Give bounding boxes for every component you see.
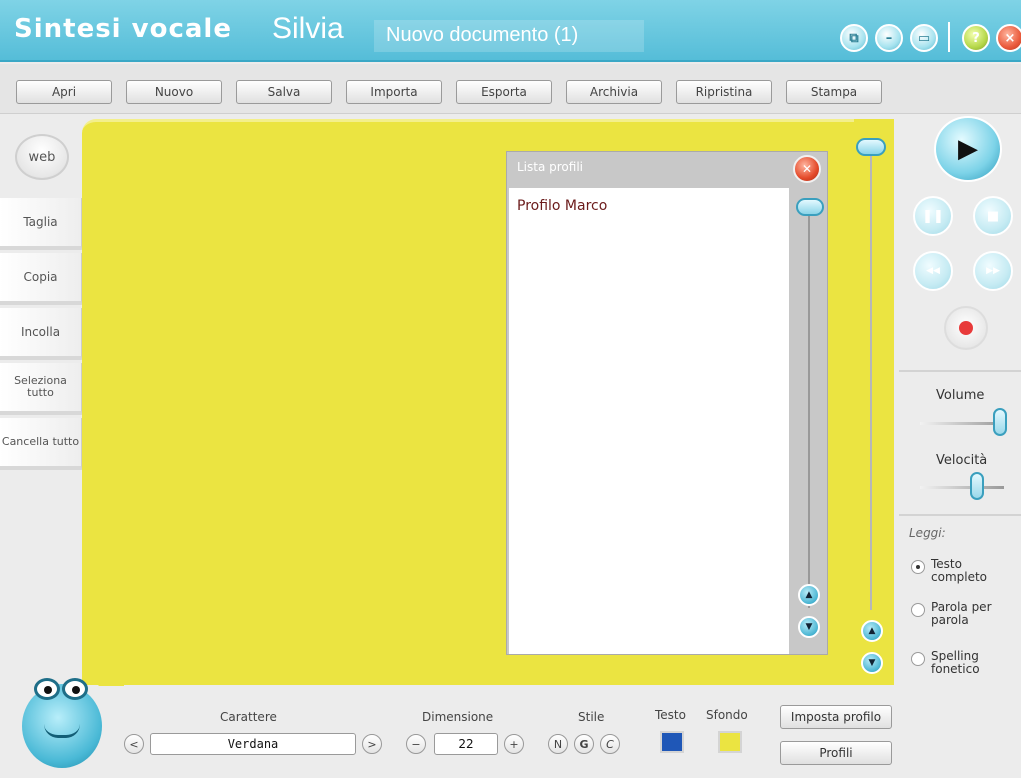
background-color-swatch[interactable] [718, 731, 742, 753]
select-all-button[interactable]: Seleziona tutto [0, 363, 82, 415]
profile-list-dialog: Lista profili ✕ Profilo Marco ▲ ▼ [506, 151, 828, 655]
forward-button[interactable]: ▶▶ [973, 251, 1013, 291]
play-icon: ▶ [958, 134, 978, 164]
play-button[interactable]: ▶ [934, 116, 1002, 182]
paste-button[interactable]: Incolla [0, 308, 82, 360]
close-window-button[interactable]: × [996, 24, 1021, 52]
import-button[interactable]: Importa [346, 80, 442, 104]
title-bar: Sintesi vocale Silvia Nuovo documento (1… [0, 0, 1021, 62]
increase-size-button[interactable]: + [504, 734, 524, 754]
next-font-button[interactable]: > [362, 734, 382, 754]
save-button[interactable]: Salva [236, 80, 332, 104]
set-profile-button[interactable]: Imposta profilo [780, 705, 892, 729]
right-panel-divider [899, 514, 1021, 516]
editor-scroll-down-icon[interactable]: ▼ [861, 652, 883, 674]
previous-font-button[interactable]: < [124, 734, 144, 754]
new-button[interactable]: Nuovo [126, 80, 222, 104]
cut-button[interactable]: Taglia [0, 198, 82, 250]
mascot-eye [62, 678, 88, 700]
close-icon: ✕ [801, 162, 813, 176]
font-name-field[interactable]: Verdana [150, 733, 356, 755]
web-button[interactable]: web [15, 134, 69, 180]
volume-slider-thumb[interactable] [992, 408, 1007, 436]
read-mode-radio[interactable] [911, 603, 925, 617]
close-profile-list-button[interactable]: ✕ [793, 155, 821, 183]
restore-window-button[interactable]: ⧉ [840, 24, 868, 52]
document-title: Nuovo documento (1) [374, 20, 644, 52]
record-button[interactable] [944, 306, 988, 350]
record-icon [959, 321, 973, 335]
read-mode-radio[interactable] [911, 560, 925, 574]
read-mode-option[interactable]: Spelling fonetico [911, 649, 1015, 677]
volume-label: Volume [936, 388, 985, 403]
pause-button[interactable]: ❚❚ [913, 196, 953, 236]
speed-slider-thumb[interactable] [970, 472, 985, 500]
stop-button[interactable]: ■ [973, 196, 1013, 236]
profile-list-header: Lista profili ✕ [507, 152, 827, 186]
profile-list-scroll-down-icon[interactable]: ▼ [798, 616, 820, 638]
background-color-label: Sfondo [706, 708, 748, 722]
editor-scroll-track [870, 150, 872, 610]
right-panel-divider [899, 370, 1021, 372]
editor-scrollbar[interactable] [854, 119, 894, 685]
text-color-swatch[interactable] [660, 731, 684, 753]
decrease-size-button[interactable]: − [406, 734, 426, 754]
editor-scroll-up-icon[interactable]: ▲ [861, 620, 883, 642]
list-item[interactable]: Profilo Marco [517, 198, 607, 214]
format-bar [0, 686, 899, 778]
size-label: Dimensione [422, 710, 494, 724]
rewind-icon: ◀◀ [926, 266, 940, 276]
style-normal-button[interactable]: N [548, 734, 568, 754]
maximize-window-button[interactable]: ▭ [910, 24, 938, 52]
read-mode-option-label: Testo completo [931, 557, 988, 585]
clear-all-button[interactable]: Cancella tutto [0, 418, 82, 470]
profile-list-scroll-track [808, 208, 810, 608]
minimize-window-button[interactable]: – [875, 24, 903, 52]
archive-button[interactable]: Archivia [566, 80, 662, 104]
main-toolbar: Apri Nuovo Salva Importa Esporta Archivi… [0, 64, 1021, 114]
fast-forward-icon: ▶▶ [986, 266, 1000, 276]
copy-button[interactable]: Copia [0, 253, 82, 305]
profile-list-scroll-up-icon[interactable]: ▲ [798, 584, 820, 606]
help-button[interactable]: ? [962, 24, 990, 52]
style-label: Stile [578, 710, 605, 724]
style-bold-button[interactable]: G [574, 734, 594, 754]
profiles-button[interactable]: Profili [780, 741, 892, 765]
read-mode-option-label: Parola per parola [931, 600, 992, 628]
profile-list-scroll-thumb[interactable] [796, 198, 824, 216]
volume-slider-track[interactable] [920, 422, 1004, 425]
title-bar-divider [948, 22, 950, 52]
restore-button[interactable]: Ripristina [676, 80, 772, 104]
font-size-field[interactable]: 22 [434, 733, 498, 755]
read-mode-radio[interactable] [911, 652, 925, 666]
stop-icon: ■ [986, 208, 1000, 224]
pause-icon: ❚❚ [922, 208, 944, 224]
read-mode-option-label: Spelling fonetico [931, 649, 980, 677]
profile-list-title: Lista profili [517, 160, 583, 174]
read-mode-option[interactable]: Parola per parola [911, 600, 1015, 628]
text-color-label: Testo [655, 708, 686, 722]
profile-list-scrollbar[interactable]: ▲ ▼ [791, 188, 827, 654]
speed-label: Velocità [936, 453, 988, 468]
profile-list[interactable]: Profilo Marco [509, 188, 789, 654]
read-mode-label: Leggi: [909, 526, 946, 540]
print-button[interactable]: Stampa [786, 80, 882, 104]
editor-scroll-thumb[interactable] [856, 138, 886, 156]
open-button[interactable]: Apri [16, 80, 112, 104]
mascot-eye [34, 678, 60, 700]
app-title-name: Silvia [272, 12, 344, 45]
font-label: Carattere [220, 710, 277, 724]
read-mode-option[interactable]: Testo completo [911, 557, 1015, 585]
rewind-button[interactable]: ◀◀ [913, 251, 953, 291]
speed-slider-track[interactable] [920, 486, 1004, 489]
app-title: Sintesi vocale [14, 14, 232, 44]
style-italic-button[interactable]: C [600, 734, 620, 754]
export-button[interactable]: Esporta [456, 80, 552, 104]
